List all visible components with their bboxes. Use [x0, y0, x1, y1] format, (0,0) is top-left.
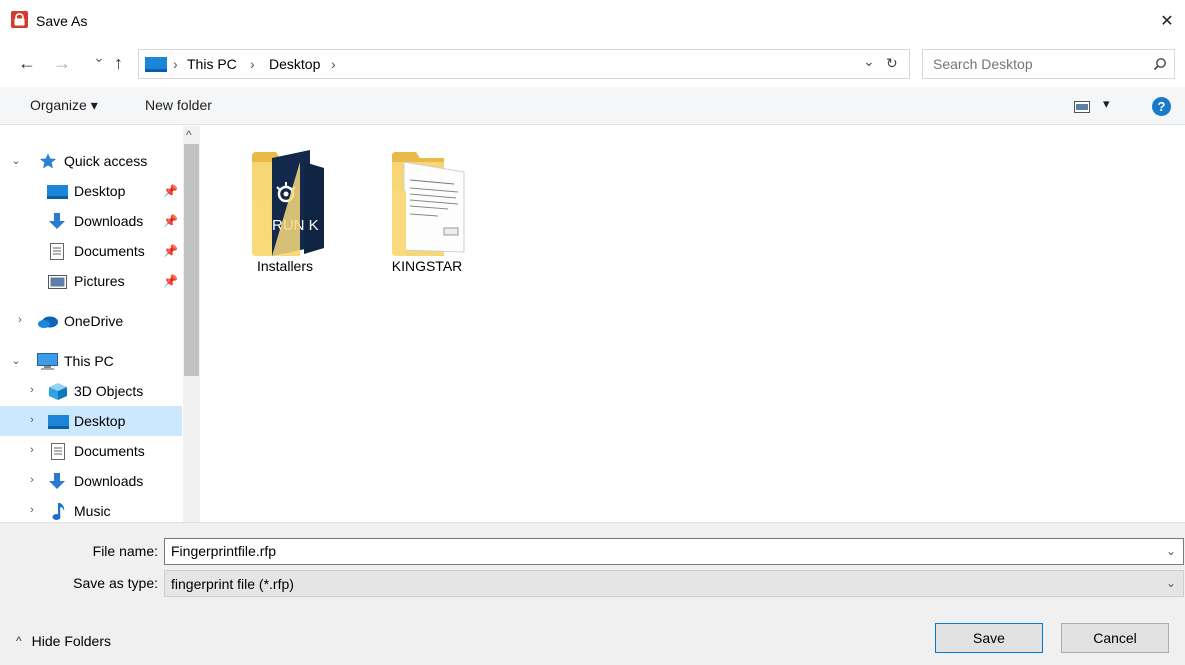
chevron-right-icon[interactable]: ›: [14, 314, 26, 326]
sidebar-item-label: Music: [74, 503, 111, 519]
recent-locations-chevron-icon[interactable]: ⌄: [93, 49, 105, 66]
desktop-icon: [47, 185, 68, 201]
file-name-combobox[interactable]: ⌄: [164, 538, 1184, 565]
sidebar-item-onedrive[interactable]: › OneDrive: [0, 306, 182, 336]
sidebar-item-documents-pinned[interactable]: Documents 📌: [0, 236, 182, 266]
address-dropdown-icon[interactable]: ⌄: [863, 53, 875, 70]
document-icon: [50, 243, 68, 260]
close-button[interactable]: ✕: [1150, 6, 1184, 36]
sidebar-item-documents[interactable]: › Documents: [0, 436, 182, 466]
hide-folders-button[interactable]: ^ Hide Folders: [16, 633, 111, 649]
search-box[interactable]: [922, 49, 1175, 79]
folder-label: Installers: [256, 258, 314, 274]
sidebar-item-pictures-pinned[interactable]: Pictures 📌: [0, 266, 182, 296]
save-as-type-label: Save as type:: [73, 575, 158, 591]
sidebar-item-downloads-pinned[interactable]: Downloads 📌: [0, 206, 182, 236]
view-options-icon[interactable]: [1074, 100, 1090, 116]
address-bar[interactable]: › This PC › Desktop › ⌄ ↻: [138, 49, 910, 79]
address-row: ← → ⌄ ↑ › This PC › Desktop › ⌄ ↻: [0, 41, 1185, 87]
sidebar-scroll-thumb[interactable]: [184, 144, 199, 376]
pin-icon[interactable]: 📌: [163, 244, 178, 258]
chevron-right-icon[interactable]: ›: [26, 414, 38, 426]
document-icon: [51, 443, 69, 460]
sidebar-item-label: Downloads: [74, 473, 144, 489]
search-icon[interactable]: [1153, 57, 1167, 74]
sidebar-item-label: 3D Objects: [74, 383, 144, 399]
close-icon: ✕: [1160, 13, 1174, 30]
pin-icon[interactable]: 📌: [163, 184, 178, 198]
breadcrumb-separator[interactable]: ›: [173, 56, 178, 72]
folder-icon: [388, 148, 472, 261]
folder-label: KINGSTAR: [391, 258, 463, 274]
title-bar: Save As ✕: [0, 0, 1185, 41]
save-as-type-value: fingerprint file (*.rfp): [171, 576, 294, 592]
pin-icon[interactable]: 📌: [163, 214, 178, 228]
pictures-icon: [48, 275, 67, 291]
sidebar-item-this-pc[interactable]: ⌄ This PC: [0, 346, 182, 376]
chevron-up-icon: ^: [16, 634, 22, 648]
help-icon[interactable]: ?: [1152, 97, 1171, 116]
command-toolbar: Organize ▾ New folder ▾ ?: [0, 87, 1185, 125]
sidebar-item-desktop[interactable]: › Desktop: [0, 406, 182, 436]
music-note-icon: [52, 503, 70, 520]
download-arrow-icon: [48, 213, 66, 229]
forward-arrow-icon[interactable]: →: [53, 53, 71, 74]
window-title: Save As: [36, 13, 88, 29]
sidebar-item-quick-access[interactable]: ⌄ Quick access: [0, 146, 182, 176]
sidebar-item-music[interactable]: › Music: [0, 496, 182, 522]
sidebar-item-desktop-pinned[interactable]: Desktop 📌: [0, 176, 182, 206]
chevron-down-icon[interactable]: ⌄: [10, 354, 22, 367]
chevron-right-icon[interactable]: ›: [26, 504, 38, 516]
chevron-right-icon[interactable]: ›: [26, 474, 38, 486]
sidebar-item-label: OneDrive: [64, 313, 124, 329]
breadcrumb-this-pc[interactable]: This PC: [187, 56, 237, 72]
chevron-down-icon[interactable]: ⌄: [1166, 544, 1176, 558]
sidebar-item-3d-objects[interactable]: › 3D Objects: [0, 376, 182, 406]
star-icon: [39, 153, 57, 169]
organize-button[interactable]: Organize ▾: [30, 97, 98, 114]
cancel-button[interactable]: Cancel: [1061, 623, 1169, 653]
navigation-pane: ^ ⌄ Quick access Desktop 📌 Downloads 📌 D…: [0, 126, 200, 522]
sidebar-item-label: Pictures: [74, 273, 125, 289]
chevron-right-icon[interactable]: ›: [26, 384, 38, 396]
sidebar-item-label: Desktop: [74, 183, 126, 199]
sidebar-item-label: Desktop: [74, 413, 126, 429]
breadcrumb-separator[interactable]: ›: [250, 56, 255, 72]
sidebar-item-label: Documents: [74, 243, 145, 259]
folder-icon: RUN K: [248, 148, 328, 261]
pin-icon[interactable]: 📌: [163, 274, 178, 288]
save-button[interactable]: Save: [935, 623, 1043, 653]
chevron-down-icon[interactable]: ⌄: [10, 154, 22, 167]
new-folder-button[interactable]: New folder: [145, 97, 212, 113]
chevron-right-icon[interactable]: ›: [26, 444, 38, 456]
pdf-lock-icon: [11, 11, 28, 28]
folder-item-kingstar[interactable]: KINGSTAR: [374, 140, 480, 280]
view-dropdown-icon[interactable]: ▾: [1103, 96, 1110, 112]
save-as-type-select[interactable]: fingerprint file (*.rfp) ⌄: [164, 570, 1184, 597]
breadcrumb-separator[interactable]: ›: [331, 56, 336, 72]
sidebar-item-label: Documents: [74, 443, 145, 459]
hide-folders-label: Hide Folders: [31, 633, 112, 649]
sidebar-item-label: Quick access: [64, 153, 148, 169]
sidebar-item-label: Downloads: [74, 213, 144, 229]
scroll-up-icon[interactable]: ^: [186, 128, 192, 142]
up-arrow-icon[interactable]: ↑: [114, 53, 123, 74]
breadcrumb-desktop[interactable]: Desktop: [269, 56, 320, 72]
folder-item-installers[interactable]: RUN K Installers: [232, 140, 338, 280]
download-arrow-icon: [48, 473, 66, 489]
back-arrow-icon[interactable]: ←: [18, 53, 36, 74]
chevron-down-icon[interactable]: ⌄: [1166, 576, 1176, 590]
refresh-icon[interactable]: ↻: [886, 55, 898, 72]
search-input[interactable]: [933, 56, 1133, 72]
sidebar-item-label: This PC: [64, 353, 114, 369]
cube-icon: [49, 383, 67, 400]
file-name-input[interactable]: [171, 543, 1131, 559]
sidebar-item-downloads[interactable]: › Downloads: [0, 466, 182, 496]
file-list-area[interactable]: RUN K Installers KINGSTAR: [201, 126, 1185, 522]
computer-icon: [145, 57, 167, 72]
cloud-icon: [37, 315, 58, 331]
desktop-icon: [48, 415, 69, 431]
computer-icon: [37, 353, 58, 370]
file-name-label: File name:: [92, 543, 158, 559]
